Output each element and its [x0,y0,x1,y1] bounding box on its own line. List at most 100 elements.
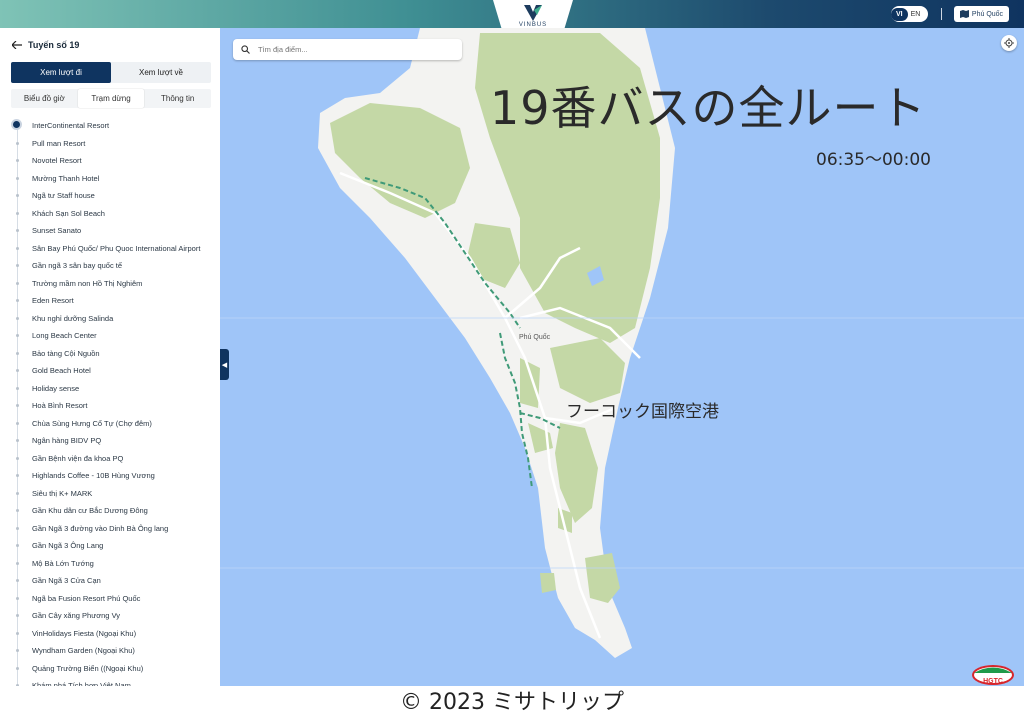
stop-label: Eden Resort [32,296,74,305]
stop-item[interactable]: Gần Khu dân cư Bắc Dương Đông [0,502,220,520]
search-icon [241,45,250,54]
stop-label: Gần Ngã 3 Ông Lang [32,541,104,550]
stop-dot-icon [16,211,19,215]
region-label: Phú Quốc [971,10,1004,18]
stop-item[interactable]: Ngã ba Fusion Resort Phú Quốc [0,590,220,608]
stop-dot-icon [16,194,19,197]
stop-dot-icon [16,176,19,180]
stop-label: Gần Cây xăng Phương Vy [32,611,121,620]
stop-dot-icon [16,544,19,547]
vinbus-logo-icon [524,5,542,21]
stop-label: Trường mầm non Hồ Thị Nghiêm [32,278,143,288]
search-box[interactable] [233,39,462,60]
tab-stops[interactable]: Trạm dừng [77,89,145,108]
stop-label: Sunset Sanato [32,226,82,235]
stop-item[interactable]: Pull man Resort [0,135,220,153]
copyright: © 2023 ミサトリップ [400,690,624,715]
stop-label: Ngã tư Staff house [32,191,95,200]
sidebar-collapse-button[interactable]: ◀ [220,349,229,380]
stop-item[interactable]: Wyndham Garden (Ngoại Khu) [0,642,220,660]
stop-dot-icon [16,614,19,617]
stop-dot-icon [16,474,19,477]
tab-outbound[interactable]: Xem lượt đi [11,62,111,83]
stop-dot-icon [16,316,19,320]
stop-dot-icon [16,561,19,565]
stop-label: Novotel Resort [32,156,82,165]
stop-item[interactable]: Gần Cây xăng Phương Vy [0,607,220,625]
stop-item[interactable]: Ngân hàng BIDV PQ [0,432,220,450]
stop-dot-icon [16,631,19,635]
overlay-title: 19番バスの全ルート [490,81,927,135]
region-selector[interactable]: Phú Quốc [954,6,1009,22]
stop-label: VinHolidays Fiesta (Ngoại Khu) [32,628,137,638]
stop-item[interactable]: Ngã tư Staff house [0,187,220,205]
language-toggle[interactable]: VI EN [891,6,928,22]
stop-item[interactable]: Bảo tàng Cội Nguồn [0,345,220,363]
stop-item[interactable]: Siêu thị K+ MARK [0,485,220,503]
stop-item[interactable]: Highlands Coffee - 10B Hùng Vương [0,467,220,485]
stop-dot-icon [16,491,19,495]
stop-label: Quảng Trường Biển ((Ngoại Khu) [32,663,144,673]
stop-dot-icon [16,281,19,285]
stop-item[interactable]: Holiday sense [0,380,220,398]
direction-tabs: Xem lượt đi Xem lượt về [11,62,211,83]
search-input[interactable] [256,44,450,55]
sidebar: Tuyến số 19 Xem lượt đi Xem lượt về Biểu… [0,28,220,686]
stop-label: Highlands Coffee - 10B Hùng Vương [32,471,155,480]
stop-label: Holiday sense [32,383,80,393]
stop-label: InterContinental Resort [32,121,110,130]
stop-item[interactable]: Gold Beach Hotel [0,362,220,380]
map-icon [959,10,969,18]
stop-item[interactable]: Gần Ngã 3 đường vào Dinh Bà Ông lang [0,520,220,538]
stop-dot-icon [16,386,19,390]
stop-item[interactable]: Mường Thanh Hotel [0,170,220,188]
tab-info[interactable]: Thông tin [144,89,211,108]
stop-item[interactable]: Sân Bay Phú Quốc/ Phu Quoc International… [0,240,220,258]
stop-dot-icon [16,141,19,145]
stop-label: Khách Sạn Sol Beach [32,208,105,218]
forest-south-6 [540,573,556,593]
overlay-airport-label: フーコック国際空港 [566,402,719,422]
stop-item[interactable]: InterContinental Resort [0,117,220,135]
stop-label: Mường Thanh Hotel [32,173,100,183]
stop-dot-icon [16,526,19,530]
stop-item[interactable]: Trường mầm non Hồ Thị Nghiêm [0,275,220,293]
stop-item[interactable]: Chùa Sùng Hưng Cổ Tự (Chợ đêm) [0,415,220,433]
stop-item[interactable]: Hoà Bình Resort [0,397,220,415]
stop-item[interactable]: VinHolidays Fiesta (Ngoại Khu) [0,625,220,643]
stop-dot-icon [16,666,19,670]
lang-en[interactable]: EN [908,11,924,18]
stop-item[interactable]: Long Beach Center [0,327,220,345]
stop-label: Hoà Bình Resort [32,401,88,410]
stop-dot-icon [16,159,19,162]
stop-item[interactable]: Mộ Bà Lớn Tướng [0,555,220,573]
stop-dot-icon [16,509,19,512]
stop-item[interactable]: Khách Sạn Sol Beach [0,205,220,223]
stop-item[interactable]: Gần Bệnh viện đa khoa PQ [0,450,220,468]
stop-item[interactable]: Gần Ngã 3 Cửa Cạn [0,572,220,590]
stop-dot-icon [16,579,19,582]
stop-item[interactable]: Gần Ngã 3 Ông Lang [0,537,220,555]
stop-item[interactable]: Khu nghỉ dưỡng Salinda [0,310,220,328]
lang-vi[interactable]: VI [891,7,908,21]
stop-dot-icon [16,421,19,425]
stop-dot-icon [16,596,19,600]
stop-item[interactable]: Sunset Sanato [0,222,220,240]
stop-dot-icon [16,649,19,652]
stop-item[interactable]: Novotel Resort [0,152,220,170]
chevron-left-icon: ◀ [221,361,228,369]
tab-timetable[interactable]: Biểu đồ giờ [11,89,78,108]
stop-dot-icon [16,264,19,267]
back-arrow-icon[interactable] [12,41,22,49]
stop-label: Pull man Resort [32,138,86,148]
locate-button[interactable] [1001,35,1017,51]
stop-dot-icon [16,456,19,460]
stop-label: Gần Bệnh viện đa khoa PQ [32,453,124,463]
stop-dot-icon [16,334,19,337]
tab-return[interactable]: Xem lượt về [111,62,211,83]
stop-item[interactable]: Gần ngã 3 sân bay quốc tế [0,257,220,275]
stop-item[interactable]: Eden Resort [0,292,220,310]
crosshair-icon [1004,38,1014,48]
stop-dot-icon [16,246,19,250]
stop-item[interactable]: Quảng Trường Biển ((Ngoại Khu) [0,660,220,678]
